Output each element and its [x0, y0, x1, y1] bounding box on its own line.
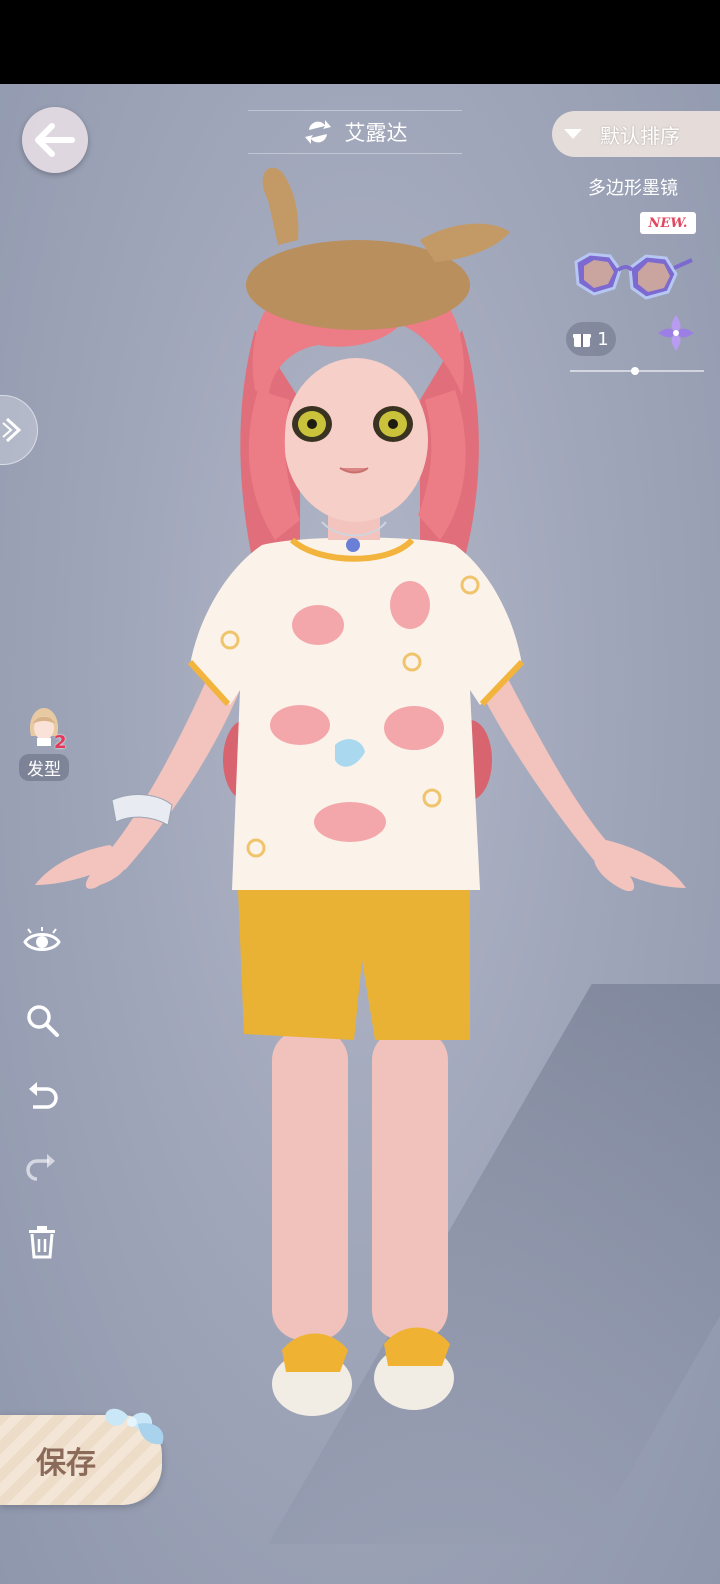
eye-icon — [23, 927, 61, 951]
trash-icon — [29, 1226, 55, 1259]
zoom-button[interactable] — [22, 1000, 62, 1040]
sort-dropdown[interactable]: 默认排序 — [552, 111, 720, 157]
sort-label: 默认排序 — [600, 123, 680, 148]
new-badge: NEW. — [640, 212, 696, 234]
item-name: 多边形墨镜 — [588, 178, 678, 199]
hair-category[interactable]: 2 发型 — [14, 706, 74, 781]
hair-count-badge: 2 — [54, 732, 67, 753]
undo-icon — [29, 1082, 58, 1109]
refresh-icon — [304, 120, 331, 144]
zoom-icon — [27, 1005, 59, 1037]
delete-button[interactable] — [22, 1222, 62, 1262]
save-label: 保存 — [36, 1446, 96, 1481]
polygon-sunglasses-item[interactable] — [570, 248, 694, 312]
character-switcher[interactable]: 艾露达 — [248, 110, 462, 154]
hair-category-label: 发型 — [19, 754, 69, 781]
expand-chevron-icon — [2, 417, 22, 443]
gift-box-icon — [573, 334, 592, 347]
item-count: 1 — [566, 322, 616, 356]
toggle-visibility-button[interactable] — [22, 922, 62, 962]
redo-button[interactable] — [22, 1148, 62, 1188]
sort-triangle-icon — [564, 129, 582, 139]
back-arrow-icon — [35, 123, 75, 157]
redo-icon — [26, 1154, 55, 1181]
purple-flower-icon — [658, 315, 694, 351]
back-button[interactable] — [22, 107, 88, 173]
status-bar — [0, 0, 720, 84]
ribbon-icon — [105, 1408, 164, 1445]
character-name: 艾露达 — [344, 121, 408, 145]
undo-button[interactable] — [22, 1076, 62, 1116]
slider-indicator — [631, 367, 639, 375]
item-count-value: 1 — [597, 328, 609, 350]
